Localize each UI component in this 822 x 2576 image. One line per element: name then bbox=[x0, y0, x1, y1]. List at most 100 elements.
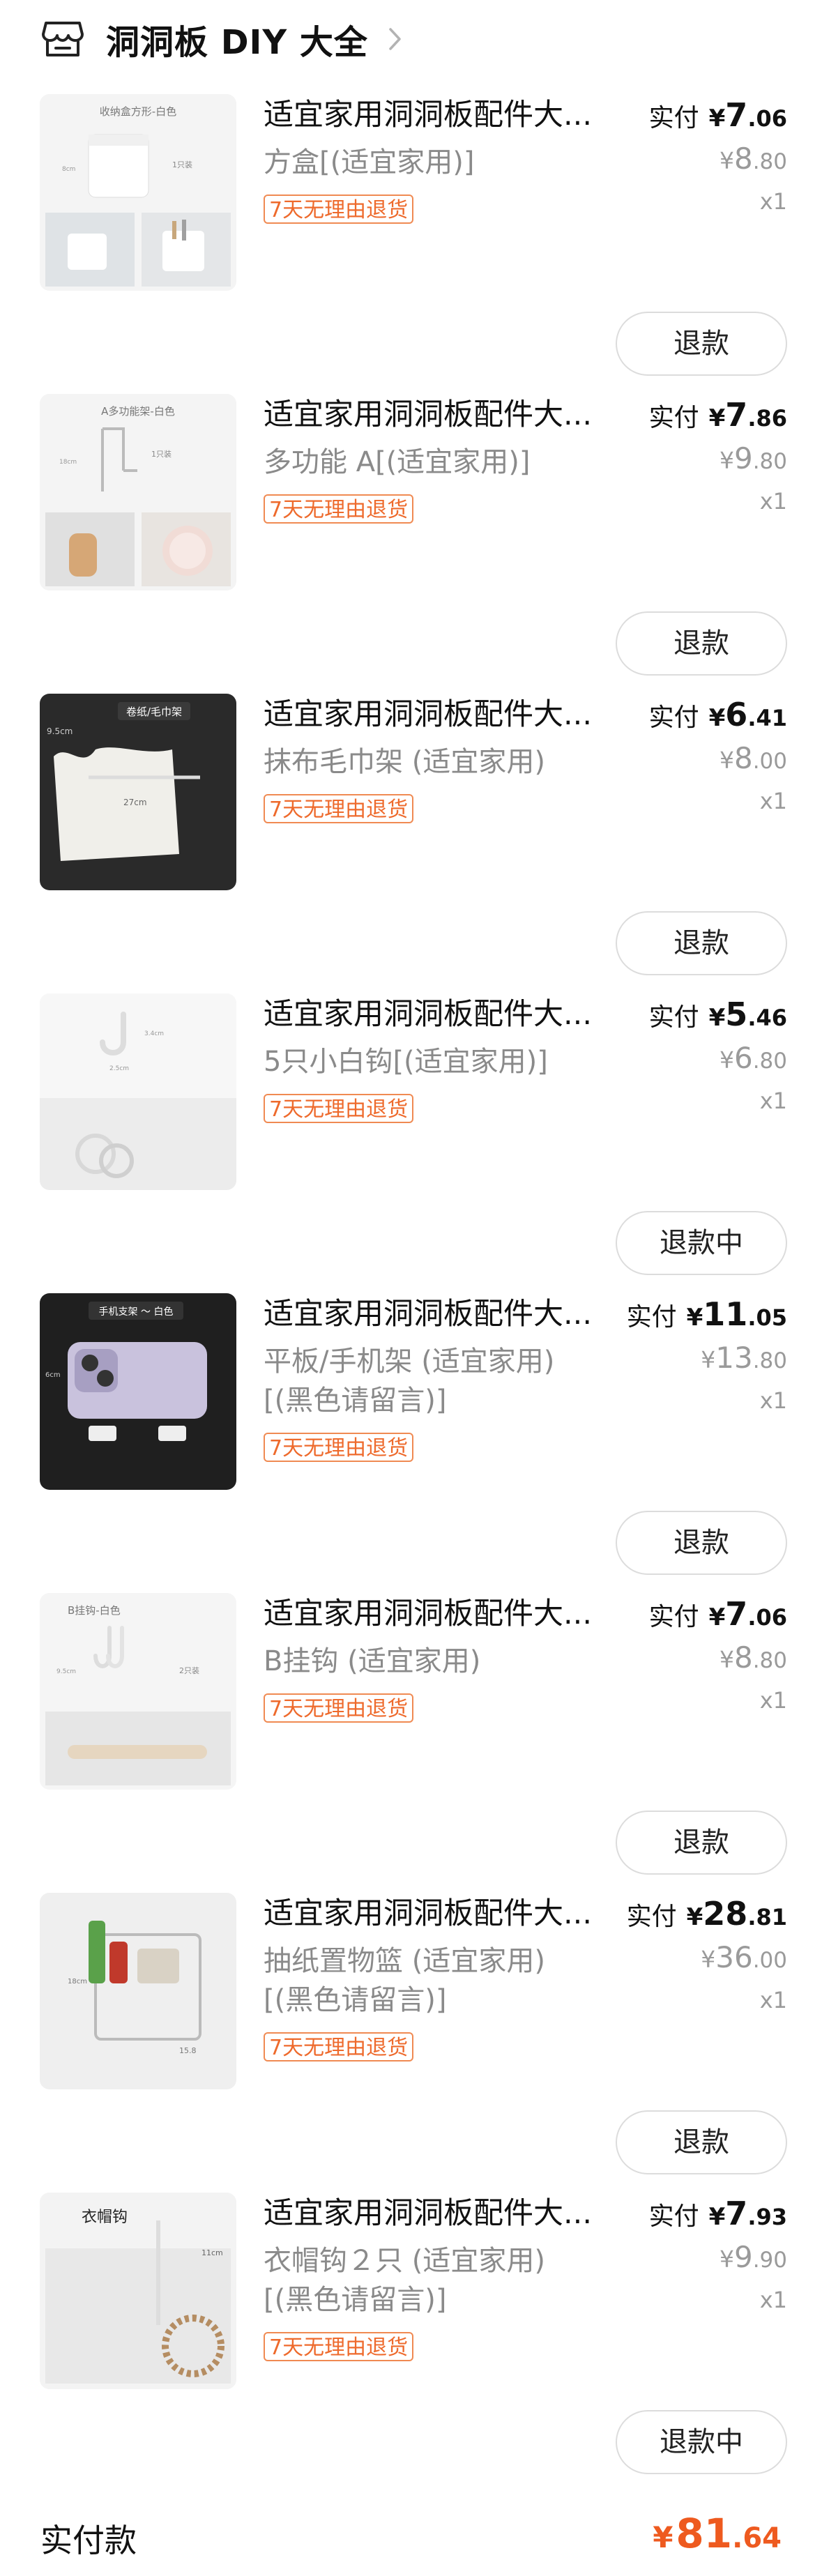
product-title[interactable]: 适宜家用洞洞板配件大... bbox=[264, 1293, 612, 1335]
product-title[interactable]: 适宜家用洞洞板配件大... bbox=[264, 694, 612, 736]
product-spec: 衣帽钩２只 (适宜家用) [(黑色请留言)] bbox=[264, 2245, 545, 2316]
svg-text:15.8: 15.8 bbox=[179, 2046, 197, 2055]
return-policy-tag: 7天无理由退货 bbox=[264, 1433, 414, 1462]
store-icon bbox=[40, 20, 85, 59]
order-item[interactable]: 18cm 15.8 适宜家用洞洞板配件大... 抽纸置物篮 (适宜家用) [(黑… bbox=[0, 1893, 822, 2193]
quantity: x1 bbox=[759, 788, 787, 814]
quantity: x1 bbox=[759, 188, 787, 215]
refund-in-progress-button[interactable]: 退款中 bbox=[616, 2410, 787, 2474]
product-thumbnail[interactable]: 3.4cm 2.5cm bbox=[40, 993, 236, 1190]
original-price: ¥ 36 .00 bbox=[701, 1940, 787, 1974]
svg-text:2.5cm: 2.5cm bbox=[109, 1065, 129, 1072]
svg-text:27cm: 27cm bbox=[123, 798, 147, 807]
thumb-caption: A多功能架-白色 bbox=[101, 405, 175, 418]
original-price: ¥ 8 .80 bbox=[719, 142, 787, 176]
original-price: ¥ 6 .80 bbox=[719, 1041, 787, 1075]
paid-price: 实付 ¥ 5 .46 bbox=[648, 996, 787, 1033]
product-title[interactable]: 适宜家用洞洞板配件大... bbox=[264, 1593, 612, 1635]
thumb-caption: 收纳盒方形-白色 bbox=[100, 105, 176, 118]
paid-price: 实付 ¥ 7 .06 bbox=[648, 1595, 787, 1633]
paid-price: 实付 ¥ 7 .93 bbox=[648, 2195, 787, 2232]
svg-text:9.5cm: 9.5cm bbox=[47, 726, 73, 736]
order-item[interactable]: 3.4cm 2.5cm 适宜家用洞洞板配件大... 5只小白钩[(适宜家用)] … bbox=[0, 993, 822, 1293]
order-item[interactable]: 卷纸/毛巾架 9.5cm 27cm 适宜家用洞洞板配件大... 抹布毛巾架 (适… bbox=[0, 694, 822, 993]
svg-text:1只装: 1只装 bbox=[151, 450, 172, 459]
product-spec: 多功能 A[(适宜家用)] bbox=[264, 446, 531, 478]
svg-text:1只装: 1只装 bbox=[172, 160, 192, 169]
refund-button[interactable]: 退款 bbox=[616, 2110, 787, 2174]
product-thumbnail[interactable]: 手机支架 ～ 白色 6cm bbox=[40, 1293, 236, 1490]
quantity: x1 bbox=[759, 488, 787, 515]
quantity: x1 bbox=[759, 2287, 787, 2313]
refund-button[interactable]: 退款 bbox=[616, 1811, 787, 1875]
original-price: ¥ 9 .80 bbox=[719, 441, 787, 475]
refund-in-progress-button[interactable]: 退款中 bbox=[616, 1211, 787, 1275]
refund-button[interactable]: 退款 bbox=[616, 911, 787, 975]
thumb-caption: 卷纸/毛巾架 bbox=[126, 706, 182, 718]
original-price: ¥ 8 .80 bbox=[719, 1640, 787, 1675]
paid-price: 实付 ¥ 7 .06 bbox=[648, 96, 787, 134]
svg-text:18cm: 18cm bbox=[68, 1978, 87, 1986]
svg-text:2只装: 2只装 bbox=[179, 1666, 199, 1675]
product-spec: 5只小白钩[(适宜家用)] bbox=[264, 1046, 548, 1078]
product-spec: B挂钩 (适宜家用) bbox=[264, 1645, 481, 1677]
quantity: x1 bbox=[759, 1088, 787, 1114]
thumb-caption: 衣帽钩 bbox=[82, 2209, 128, 2226]
shop-header[interactable]: 洞洞板 DIY 大全 bbox=[0, 0, 822, 78]
order-item-list: 收纳盒方形-白色 1只装 8cm 适宜家用洞洞板配件大... 方盒[(适宜家用)… bbox=[0, 94, 822, 2492]
return-policy-tag: 7天无理由退货 bbox=[264, 1693, 414, 1723]
order-item[interactable]: 手机支架 ～ 白色 6cm 适宜家用洞洞板配件大... 平板/手机架 (适宜家用… bbox=[0, 1293, 822, 1593]
refund-button[interactable]: 退款 bbox=[616, 312, 787, 376]
svg-text:6cm: 6cm bbox=[45, 1371, 61, 1379]
quantity: x1 bbox=[759, 1687, 787, 1714]
product-thumbnail[interactable]: 卷纸/毛巾架 9.5cm 27cm bbox=[40, 694, 236, 890]
order-item[interactable]: 收纳盒方形-白色 1只装 8cm 适宜家用洞洞板配件大... 方盒[(适宜家用)… bbox=[0, 94, 822, 394]
thumb-caption: 手机支架 ～ 白色 bbox=[99, 1306, 174, 1318]
svg-text:9.5cm: 9.5cm bbox=[56, 1668, 76, 1675]
original-price: ¥ 13 .80 bbox=[701, 1341, 787, 1375]
svg-text:8cm: 8cm bbox=[62, 166, 75, 173]
total-label: 实付款 bbox=[40, 2522, 137, 2559]
order-item[interactable]: 衣帽钩 11cm 适宜家用洞洞板配件大... 衣帽钩２只 (适宜家用) [(黑色… bbox=[0, 2193, 822, 2492]
return-policy-tag: 7天无理由退货 bbox=[264, 1094, 414, 1123]
order-item[interactable]: B挂钩-白色 2只装 9.5cm 适宜家用洞洞板配件大... B挂钩 (适宜家用… bbox=[0, 1593, 822, 1893]
product-title[interactable]: 适宜家用洞洞板配件大... bbox=[264, 394, 612, 436]
order-item[interactable]: A多功能架-白色 1只装 18cm 适宜家用洞洞板配件大... 多功能 A[(适… bbox=[0, 394, 822, 694]
product-spec: 方盒[(适宜家用)] bbox=[264, 146, 475, 178]
quantity: x1 bbox=[759, 1987, 787, 2013]
product-title[interactable]: 适宜家用洞洞板配件大... bbox=[264, 993, 612, 1035]
order-total-bar: 实付款 ¥ 81 .64 bbox=[0, 2494, 822, 2576]
return-policy-tag: 7天无理由退货 bbox=[264, 2332, 414, 2361]
return-policy-tag: 7天无理由退货 bbox=[264, 494, 414, 524]
product-thumbnail[interactable]: B挂钩-白色 2只装 9.5cm bbox=[40, 1593, 236, 1790]
chevron-right-icon[interactable] bbox=[388, 25, 403, 53]
product-title[interactable]: 适宜家用洞洞板配件大... bbox=[264, 1893, 612, 1935]
paid-price: 实付 ¥ 28 .81 bbox=[626, 1895, 787, 1933]
paid-price: 实付 ¥ 11 .05 bbox=[626, 1295, 787, 1333]
total-price: ¥ 81 .64 bbox=[653, 2510, 782, 2557]
product-spec: 平板/手机架 (适宜家用) [(黑色请留言)] bbox=[264, 1346, 555, 1417]
return-policy-tag: 7天无理由退货 bbox=[264, 794, 414, 823]
shop-name[interactable]: 洞洞板 DIY 大全 bbox=[106, 15, 368, 63]
product-thumbnail[interactable]: 衣帽钩 11cm bbox=[40, 2193, 236, 2389]
quantity: x1 bbox=[759, 1387, 787, 1414]
product-title[interactable]: 适宜家用洞洞板配件大... bbox=[264, 2193, 612, 2234]
refund-button[interactable]: 退款 bbox=[616, 611, 787, 676]
product-thumbnail[interactable]: 收纳盒方形-白色 1只装 8cm bbox=[40, 94, 236, 291]
svg-text:11cm: 11cm bbox=[201, 2248, 223, 2257]
product-thumbnail[interactable]: 18cm 15.8 bbox=[40, 1893, 236, 2089]
product-spec: 抹布毛巾架 (适宜家用) bbox=[264, 746, 545, 778]
return-policy-tag: 7天无理由退货 bbox=[264, 2032, 414, 2061]
product-thumbnail[interactable]: A多功能架-白色 1只装 18cm bbox=[40, 394, 236, 590]
return-policy-tag: 7天无理由退货 bbox=[264, 195, 414, 224]
thumb-caption: B挂钩-白色 bbox=[68, 1604, 121, 1617]
refund-button[interactable]: 退款 bbox=[616, 1511, 787, 1575]
paid-price: 实付 ¥ 7 .86 bbox=[648, 396, 787, 434]
svg-text:18cm: 18cm bbox=[59, 459, 77, 466]
svg-text:3.4cm: 3.4cm bbox=[144, 1030, 164, 1037]
paid-price: 实付 ¥ 6 .41 bbox=[648, 696, 787, 733]
order-detail-page: 洞洞板 DIY 大全 收纳盒方形-白色 1只装 8cm 适宜家用洞洞板配件大..… bbox=[0, 0, 822, 2576]
product-title[interactable]: 适宜家用洞洞板配件大... bbox=[264, 94, 612, 136]
product-spec: 抽纸置物篮 (适宜家用) [(黑色请留言)] bbox=[264, 1945, 545, 2016]
original-price: ¥ 9 .90 bbox=[719, 2240, 787, 2274]
